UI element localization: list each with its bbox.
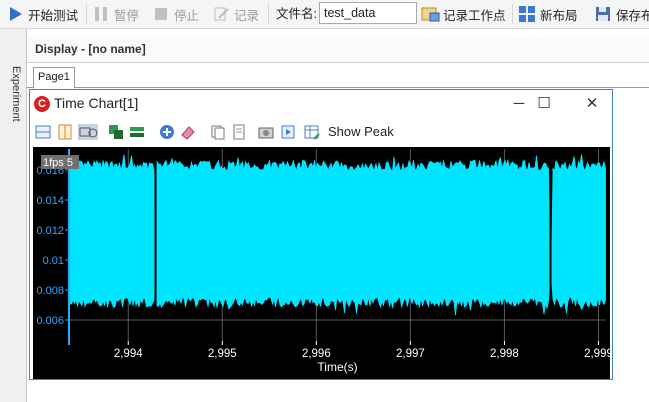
y-tick-label: 0.014 xyxy=(36,195,64,207)
experiment-sidebar[interactable]: Experiment xyxy=(0,29,27,402)
show-peak-button[interactable]: Show Peak xyxy=(328,124,394,139)
stop-icon xyxy=(152,5,170,23)
time-chart-window: C Time Chart[1] ─ ☐ ✕ Show Peak 0.006 0.… xyxy=(29,89,613,380)
x-tick-label: 2,997 xyxy=(396,348,425,360)
grid-layout-icon xyxy=(518,5,536,23)
signal-series xyxy=(69,154,606,316)
maximize-button[interactable]: ☐ xyxy=(532,94,556,114)
main-toolbar: 开始测试 暂停 停止 记录 文件名: 记录工作点 新布局 xyxy=(0,0,649,29)
chart-toolbar: Show Peak xyxy=(30,120,612,144)
toolbar-separator xyxy=(86,4,87,24)
copy-icon[interactable] xyxy=(210,124,226,140)
x-axis-label: Time(s) xyxy=(317,360,357,374)
play-icon xyxy=(6,5,24,23)
time-scale-icon[interactable] xyxy=(78,124,98,140)
record-workpoint-label: 记录工作点 xyxy=(443,8,506,23)
stack-channels-icon[interactable] xyxy=(129,124,145,140)
vertical-split-icon[interactable] xyxy=(57,124,73,140)
pause-label: 暂停 xyxy=(114,8,140,23)
time-chart-plot[interactable]: 0.006 0.008 0.01 0.012 0.014 0.016 2,994 2,995 2… xyxy=(33,147,610,379)
table-edit-icon[interactable] xyxy=(304,124,320,140)
display-title: Display - [no name] xyxy=(35,42,146,56)
toolbar-separator xyxy=(512,4,513,24)
time-chart-svg: 0.0060.0080.010.0120.0140.0162,994 2,995 2… xyxy=(36,149,610,374)
record-button[interactable]: 记录 xyxy=(212,0,259,28)
filename-input[interactable] xyxy=(319,2,417,24)
pause-button[interactable]: 暂停 xyxy=(92,0,139,28)
minimize-button[interactable]: ─ xyxy=(507,94,531,114)
record-label: 记录 xyxy=(234,8,260,23)
tab-page1[interactable]: Page1 xyxy=(33,67,75,89)
display-tabs: Page1 xyxy=(27,63,649,89)
stop-button[interactable]: 停止 xyxy=(152,0,199,28)
record-workpoint-icon xyxy=(421,5,440,23)
save-layout-button[interactable]: 保存布 xyxy=(594,0,649,28)
record-pencil-icon xyxy=(212,5,230,23)
new-layout-label: 新布局 xyxy=(540,8,578,23)
overlay-channels-icon[interactable] xyxy=(108,124,124,140)
y-tick-label: 0.006 xyxy=(36,315,64,327)
start-test-button[interactable]: 开始测试 xyxy=(6,0,78,28)
document-icon[interactable] xyxy=(231,124,247,140)
display-header: Display - [no name] xyxy=(27,36,649,63)
x-tick-label: 2,995 xyxy=(208,348,237,360)
window-titlebar[interactable]: C Time Chart[1] ─ ☐ ✕ xyxy=(30,90,612,118)
x-tick-label: 2,996 xyxy=(302,348,331,360)
filename-label: 文件名: xyxy=(276,7,317,21)
y-tick-label: 0.01 xyxy=(43,255,64,267)
stop-label: 停止 xyxy=(174,8,200,23)
toolbar-separator xyxy=(268,4,269,24)
add-channel-icon[interactable] xyxy=(159,124,175,140)
new-layout-button[interactable]: 新布局 xyxy=(518,0,578,28)
close-button[interactable]: ✕ xyxy=(580,94,604,114)
x-tick-label: 2,994 xyxy=(114,348,143,360)
experiment-label: Experiment xyxy=(10,66,22,122)
start-test-label: 开始测试 xyxy=(28,8,79,23)
x-tick-label: 2,998 xyxy=(490,348,519,360)
window-title: Time Chart[1] xyxy=(54,95,139,111)
save-layout-icon xyxy=(594,5,612,23)
eraser-icon[interactable] xyxy=(180,124,196,140)
app-logo-icon: C xyxy=(34,96,50,112)
pause-icon xyxy=(92,5,110,23)
x-tick-label: 2,999 xyxy=(584,348,610,360)
camera-icon[interactable] xyxy=(258,124,274,140)
horizontal-split-icon[interactable] xyxy=(35,124,51,140)
fps-badge: 1fps 5 xyxy=(43,157,73,169)
y-tick-label: 0.008 xyxy=(36,285,64,297)
y-tick-label: 0.012 xyxy=(36,225,64,237)
save-layout-label: 保存布 xyxy=(616,8,649,23)
record-workpoint-button[interactable]: 记录工作点 xyxy=(421,0,506,28)
export-icon[interactable] xyxy=(280,124,296,140)
